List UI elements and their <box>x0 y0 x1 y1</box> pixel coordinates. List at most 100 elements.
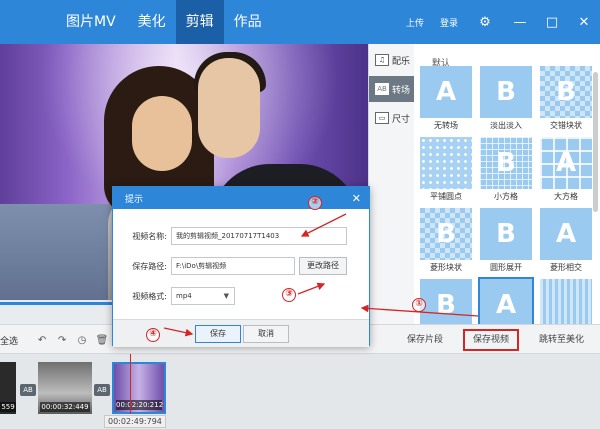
transition-thumbnail: A <box>540 137 592 189</box>
tab-music-label: 配乐 <box>392 56 411 67</box>
transition-letter: B <box>496 77 516 107</box>
transition-thumbnail: A <box>478 277 534 324</box>
transition-letter: B <box>556 77 576 107</box>
transition-label: 菱形块状 <box>430 263 462 272</box>
transition-label: 淡出淡入 <box>490 121 522 130</box>
cancel-button[interactable]: 取消 <box>243 325 289 343</box>
nav-edit[interactable]: 剪辑 <box>175 0 224 44</box>
transition-tile[interactable]: B 交错块状 <box>540 66 592 132</box>
dialog-body: 视频名称: 我的剪辑视频_20170717T1403 保存路径: F:\iDo\… <box>113 209 369 347</box>
video-name-input[interactable]: 我的剪辑视频_20170717T1403 <box>171 227 347 245</box>
save-button[interactable]: 保存 <box>195 325 241 343</box>
clip-time: 559 <box>0 402 16 412</box>
nav-beautify[interactable]: 美化 <box>128 0 176 44</box>
transition-letter: B <box>496 219 516 249</box>
video-format-value: mp4 <box>176 292 192 300</box>
transition-thumbnail: A <box>420 66 472 118</box>
toolbar-right: 保存片段 保存视频 跳转至美化 <box>391 325 600 355</box>
side-tabs: ♫ 配乐 AB 转场 ▭ 尺寸 <box>368 44 414 324</box>
save-path-input[interactable]: F:\iDo\剪辑视频 <box>171 257 295 275</box>
transition-tile[interactable]: B 淡出淡入 <box>480 66 532 132</box>
dialog-close-button[interactable]: ✕ <box>352 192 361 205</box>
transition-letter: A <box>555 148 577 178</box>
transition-thumbnail: B <box>480 208 532 260</box>
transition-panel: 默认 A 无转场 B 淡出淡入 B 交错块状 平铺圆点 B 小方格 A 大方格 B 菱形块状 B 圆形展开 A… <box>414 44 600 324</box>
transition-tile[interactable]: B 圆形展开 <box>480 208 532 274</box>
playhead[interactable] <box>130 354 131 414</box>
video-format-select[interactable]: mp4 ▼ <box>171 287 235 305</box>
transition-thumbnail: B <box>420 208 472 260</box>
annotation-marker-1: ① <box>412 298 426 312</box>
change-path-button[interactable]: 更改路径 <box>299 257 347 275</box>
maximize-button[interactable]: □ <box>536 15 568 30</box>
minimize-button[interactable]: — <box>504 15 536 30</box>
toolbar-left: 全选 ↶ ↷ ◷ 🗑 <box>0 325 112 355</box>
transition-thumbnail: B <box>480 66 532 118</box>
timeline-clip[interactable]: 559 <box>0 362 16 414</box>
transition-thumbnail: A <box>540 208 592 260</box>
playhead-time: 00:02:49:794 <box>104 415 166 428</box>
clock-icon[interactable]: ◷ <box>72 335 92 346</box>
video-name-label: 视频名称: <box>132 232 167 241</box>
save-clip-button[interactable]: 保存片段 <box>391 325 459 355</box>
select-all-button[interactable]: 全选 <box>0 334 18 347</box>
transition-grid: A 无转场 B 淡出淡入 B 交错块状 平铺圆点 B 小方格 A 大方格 B 菱形块状 B 圆形展开 A 菱形相… <box>420 66 596 324</box>
transition-tile[interactable]: B 小方格 <box>480 137 532 203</box>
clip-time: 00:02:20:212 <box>116 400 164 410</box>
performer-left-face <box>132 96 192 171</box>
transition-label: 无转场 <box>434 121 458 130</box>
close-window-button[interactable]: ✕ <box>568 15 600 30</box>
tab-size[interactable]: ▭ 尺寸 <box>369 105 414 131</box>
nav-picture-mv[interactable]: 图片MV <box>0 0 128 44</box>
transition-tile[interactable]: A 大方格 <box>540 137 592 203</box>
music-icon: ♫ <box>375 54 389 66</box>
redo-icon[interactable]: ↷ <box>52 335 72 346</box>
transition-tile[interactable]: 平铺圆点 <box>420 137 472 203</box>
transition-tile[interactable]: A 无转场 <box>420 66 472 132</box>
transition-thumbnail: B <box>420 279 472 324</box>
nav-works[interactable]: 作品 <box>224 0 272 44</box>
transition-scrollbar[interactable] <box>593 72 598 212</box>
timeline-clip[interactable]: 00:00:32:449 <box>38 362 92 414</box>
top-bar: 图片MV 美化 剪辑 作品 上传 登录 ⚙ — □ ✕ <box>0 0 600 44</box>
size-icon: ▭ <box>375 112 389 124</box>
dialog-header[interactable]: 提示 ✕ <box>113 187 369 209</box>
tab-music[interactable]: ♫ 配乐 <box>369 47 414 73</box>
tab-size-label: 尺寸 <box>392 114 411 125</box>
transition-label: 平铺圆点 <box>430 192 462 201</box>
transition-tile[interactable]: 百叶窗 <box>540 279 592 324</box>
transition-label: 交错块状 <box>550 121 582 130</box>
trash-icon[interactable]: 🗑 <box>92 335 112 346</box>
transition-thumbnail: B <box>480 137 532 189</box>
transition-badge[interactable]: AB <box>20 384 36 396</box>
tab-transition[interactable]: AB 转场 <box>369 76 414 102</box>
gear-icon[interactable]: ⚙ <box>474 15 496 30</box>
transition-icon: AB <box>375 83 389 95</box>
annotation-marker-2: ② <box>308 196 322 210</box>
transition-badge[interactable]: AB <box>94 384 110 396</box>
undo-icon[interactable]: ↶ <box>32 335 52 346</box>
transition-tile[interactable]: B圆形相交 <box>420 279 472 324</box>
clip-time: 00:00:32:449 <box>40 402 90 412</box>
jump-to-beautify-button[interactable]: 跳转至美化 <box>523 325 600 355</box>
transition-tile[interactable]: B 菱形块状 <box>420 208 472 274</box>
transition-thumbnail: B <box>540 66 592 118</box>
login-link[interactable]: 登录 <box>440 16 458 29</box>
transition-label: 大方格 <box>554 192 578 201</box>
transition-letter: A <box>435 77 457 107</box>
transition-tile[interactable]: A合圆翻转 <box>478 277 534 324</box>
save-video-button[interactable]: 保存视频 <box>462 329 519 351</box>
upload-link[interactable]: 上传 <box>406 16 424 29</box>
timeline[interactable]: 559 AB 00:00:32:449 AB 00:02:20:212 <box>0 354 600 429</box>
tab-transition-label: 转场 <box>392 85 411 96</box>
transition-letter: B <box>436 219 456 249</box>
transition-tile[interactable]: A 菱形相交 <box>540 208 592 274</box>
dialog-title: 提示 <box>125 194 144 205</box>
chevron-down-icon: ▼ <box>223 292 229 300</box>
timeline-clip-selected[interactable]: 00:02:20:212 <box>112 362 166 414</box>
save-path-label: 保存路径: <box>132 262 167 271</box>
main-nav: 图片MV 美化 剪辑 作品 <box>0 0 272 44</box>
annotation-marker-4: ④ <box>146 328 160 342</box>
transition-letter: B <box>436 290 456 320</box>
annotation-marker-3: ③ <box>282 288 296 302</box>
